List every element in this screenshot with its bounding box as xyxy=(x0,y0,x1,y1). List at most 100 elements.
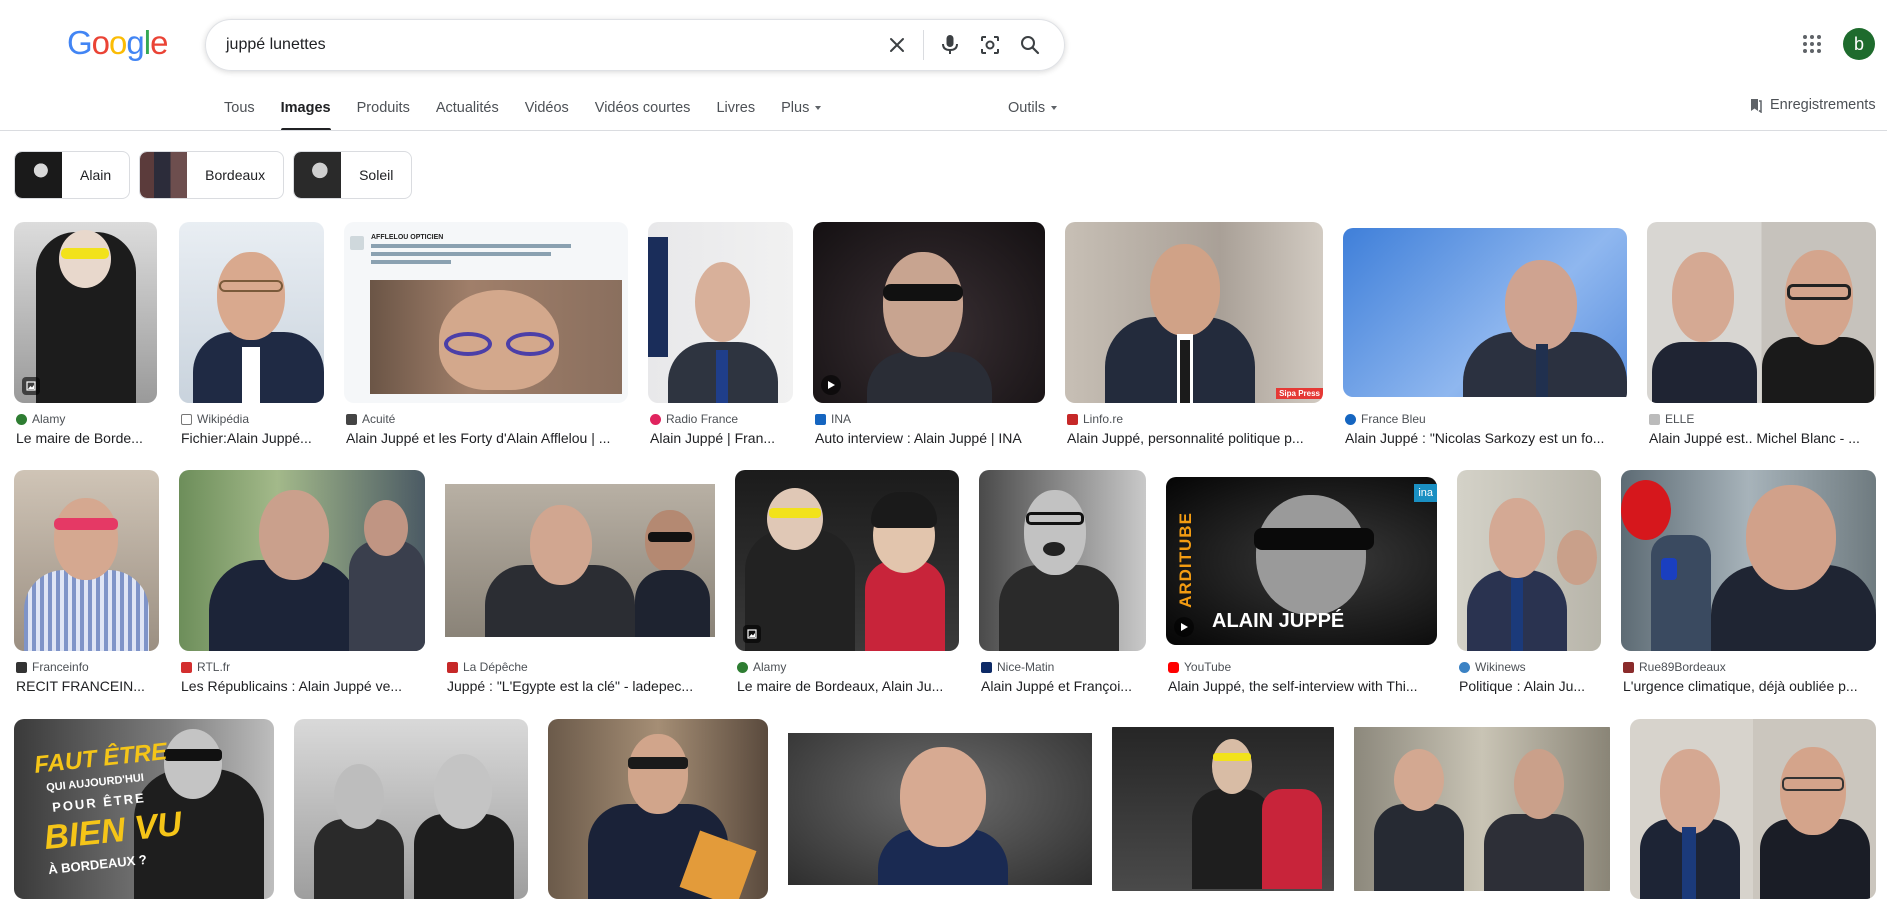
result-title[interactable]: Le maire de Bordeaux, Alain Ju... xyxy=(737,678,961,694)
image-result[interactable]: Radio France Alain Juppé | Fran... xyxy=(648,222,793,452)
image-result[interactable]: Wikipédia Fichier:Alain Juppé... xyxy=(179,222,324,452)
apps-grid-icon[interactable] xyxy=(1800,32,1824,56)
source-name: Rue89Bordeaux xyxy=(1639,660,1726,674)
tab-images[interactable]: Images xyxy=(280,100,331,131)
tab-produits[interactable]: Produits xyxy=(357,100,410,130)
google-logo[interactable]: Google xyxy=(67,24,168,62)
result-thumbnail xyxy=(1343,222,1627,403)
result-title[interactable]: Alain Juppé : "Nicolas Sarkozy est un fo… xyxy=(1345,430,1629,446)
chip-thumbnail xyxy=(15,152,62,198)
image-result[interactable] xyxy=(548,719,768,901)
image-result[interactable]: FAUT ÊTRE QUI AUJOURD'HUI POUR ÊTRE BIEN… xyxy=(14,719,274,901)
result-title[interactable]: Alain Juppé est.. Michel Blanc - ... xyxy=(1649,430,1878,446)
play-icon xyxy=(821,375,841,395)
tab-tous[interactable]: Tous xyxy=(224,100,255,130)
source-name: Franceinfo xyxy=(32,660,89,674)
image-result[interactable]: ELLE Alain Juppé est.. Michel Blanc - ..… xyxy=(1647,222,1876,452)
tab-livres[interactable]: Livres xyxy=(716,100,755,130)
result-title[interactable]: Politique : Alain Ju... xyxy=(1459,678,1603,694)
header-divider xyxy=(0,130,1887,131)
result-title[interactable]: Alain Juppé, the self-interview with Thi… xyxy=(1168,678,1439,694)
result-source: La Dépêche xyxy=(447,660,528,674)
result-thumbnail xyxy=(179,470,425,651)
result-thumbnail xyxy=(1112,719,1334,899)
result-title[interactable]: L'urgence climatique, déjà oubliée p... xyxy=(1623,678,1878,694)
logo-letter: e xyxy=(150,24,168,61)
result-source: Franceinfo xyxy=(16,660,89,674)
result-thumbnail xyxy=(1647,222,1876,403)
image-result[interactable]: AFFLELOU OPTICIEN Acuité Alain Juppé et … xyxy=(344,222,628,452)
image-result[interactable]: Franceinfo RECIT FRANCEIN... xyxy=(14,470,159,700)
image-result[interactable]: RTL.fr Les Républicains : Alain Juppé ve… xyxy=(179,470,425,700)
tools-dropdown[interactable]: Outils xyxy=(1008,100,1058,116)
tab-videos-courtes[interactable]: Vidéos courtes xyxy=(595,100,691,130)
image-result[interactable]: La Dépêche Juppé : "L'Egypte est la clé"… xyxy=(445,470,715,700)
chip-bordeaux[interactable]: Bordeaux xyxy=(139,151,285,199)
result-source: Wikipédia xyxy=(181,412,249,426)
source-name: RTL.fr xyxy=(197,660,231,674)
microphone-icon[interactable] xyxy=(930,25,970,65)
tab-actualites[interactable]: Actualités xyxy=(436,100,499,130)
search-box[interactable]: juppé lunettes xyxy=(205,19,1065,71)
logo-letter: g xyxy=(126,24,144,61)
image-result[interactable]: Alamy Le maire de Bordeaux, Alain Ju... xyxy=(735,470,959,700)
favicon-icon xyxy=(16,661,27,673)
image-result[interactable]: ARDITUBE ALAIN JUPPÉ ina YouTube Alain J… xyxy=(1166,470,1437,700)
result-source: Nice-Matin xyxy=(981,660,1054,674)
result-title[interactable]: Les Républicains : Alain Juppé ve... xyxy=(181,678,427,694)
poster-line-1: FAUT ÊTRE xyxy=(32,738,169,779)
result-source: RTL.fr xyxy=(181,660,230,674)
result-title[interactable]: Fichier:Alain Juppé... xyxy=(181,430,326,446)
result-title[interactable]: Auto interview : Alain Juppé | INA xyxy=(815,430,1047,446)
result-title[interactable]: Alain Juppé | Fran... xyxy=(650,430,795,446)
source-name: Linfo.re xyxy=(1083,412,1124,426)
chip-alain[interactable]: Alain xyxy=(14,151,131,199)
source-name: Acuité xyxy=(362,412,396,426)
image-result[interactable] xyxy=(1112,719,1334,901)
image-result[interactable] xyxy=(1354,719,1610,901)
source-name: France Bleu xyxy=(1361,412,1426,426)
result-title[interactable]: RECIT FRANCEIN... xyxy=(16,678,161,694)
image-result[interactable] xyxy=(788,719,1092,901)
result-title[interactable]: Juppé : "L'Egypte est la clé" - ladepec.… xyxy=(447,678,717,694)
result-title[interactable]: Alain Juppé et les Forty d'Alain Afflelo… xyxy=(346,430,630,446)
image-result[interactable]: Wikinews Politique : Alain Ju... xyxy=(1457,470,1601,700)
search-icon[interactable] xyxy=(1010,25,1050,65)
image-result[interactable]: Rue89Bordeaux L'urgence climatique, déjà… xyxy=(1621,470,1876,700)
result-thumbnail xyxy=(179,222,324,403)
search-input[interactable]: juppé lunettes xyxy=(226,36,877,54)
chip-soleil[interactable]: Soleil xyxy=(293,151,413,199)
result-thumbnail xyxy=(294,719,528,899)
image-result[interactable] xyxy=(294,719,528,901)
close-icon[interactable] xyxy=(877,25,917,65)
image-result[interactable]: Sipa Press Linfo.re Alain Juppé, personn… xyxy=(1065,222,1323,452)
image-result[interactable]: Alamy Le maire de Borde... xyxy=(14,222,157,452)
camera-lens-icon[interactable] xyxy=(970,25,1010,65)
source-name: Wikinews xyxy=(1475,660,1526,674)
result-title[interactable]: Alain Juppé et Françoi... xyxy=(981,678,1148,694)
image-icon xyxy=(22,377,40,395)
result-title[interactable]: Le maire de Borde... xyxy=(16,430,159,446)
chip-thumbnail xyxy=(294,152,342,198)
result-source: Radio France xyxy=(650,412,738,426)
tools-label: Outils xyxy=(1008,100,1046,116)
result-thumbnail xyxy=(1621,470,1876,651)
result-thumbnail xyxy=(735,470,959,651)
video-caption: ALAIN JUPPÉ xyxy=(1212,610,1345,632)
saved-button[interactable]: Enregistrements xyxy=(1748,97,1876,113)
source-name: ELLE xyxy=(1665,412,1695,426)
tab-plus[interactable]: Plus xyxy=(781,100,822,130)
result-title[interactable]: Alain Juppé, personnalité politique p... xyxy=(1067,430,1325,446)
image-result[interactable]: INA Auto interview : Alain Juppé | INA xyxy=(813,222,1045,452)
source-name: Alamy xyxy=(753,660,787,674)
result-thumbnail: ARDITUBE ALAIN JUPPÉ ina xyxy=(1166,470,1437,651)
source-name: YouTube xyxy=(1184,660,1232,674)
image-result[interactable] xyxy=(1630,719,1876,901)
divider xyxy=(923,30,924,60)
tab-plus-label: Plus xyxy=(781,100,810,116)
image-result[interactable]: Nice-Matin Alain Juppé et Françoi... xyxy=(979,470,1146,700)
result-source: Alamy xyxy=(16,412,65,426)
account-avatar[interactable]: b xyxy=(1843,28,1875,60)
image-result[interactable]: France Bleu Alain Juppé : "Nicolas Sarko… xyxy=(1343,222,1627,452)
tab-videos[interactable]: Vidéos xyxy=(525,100,569,130)
